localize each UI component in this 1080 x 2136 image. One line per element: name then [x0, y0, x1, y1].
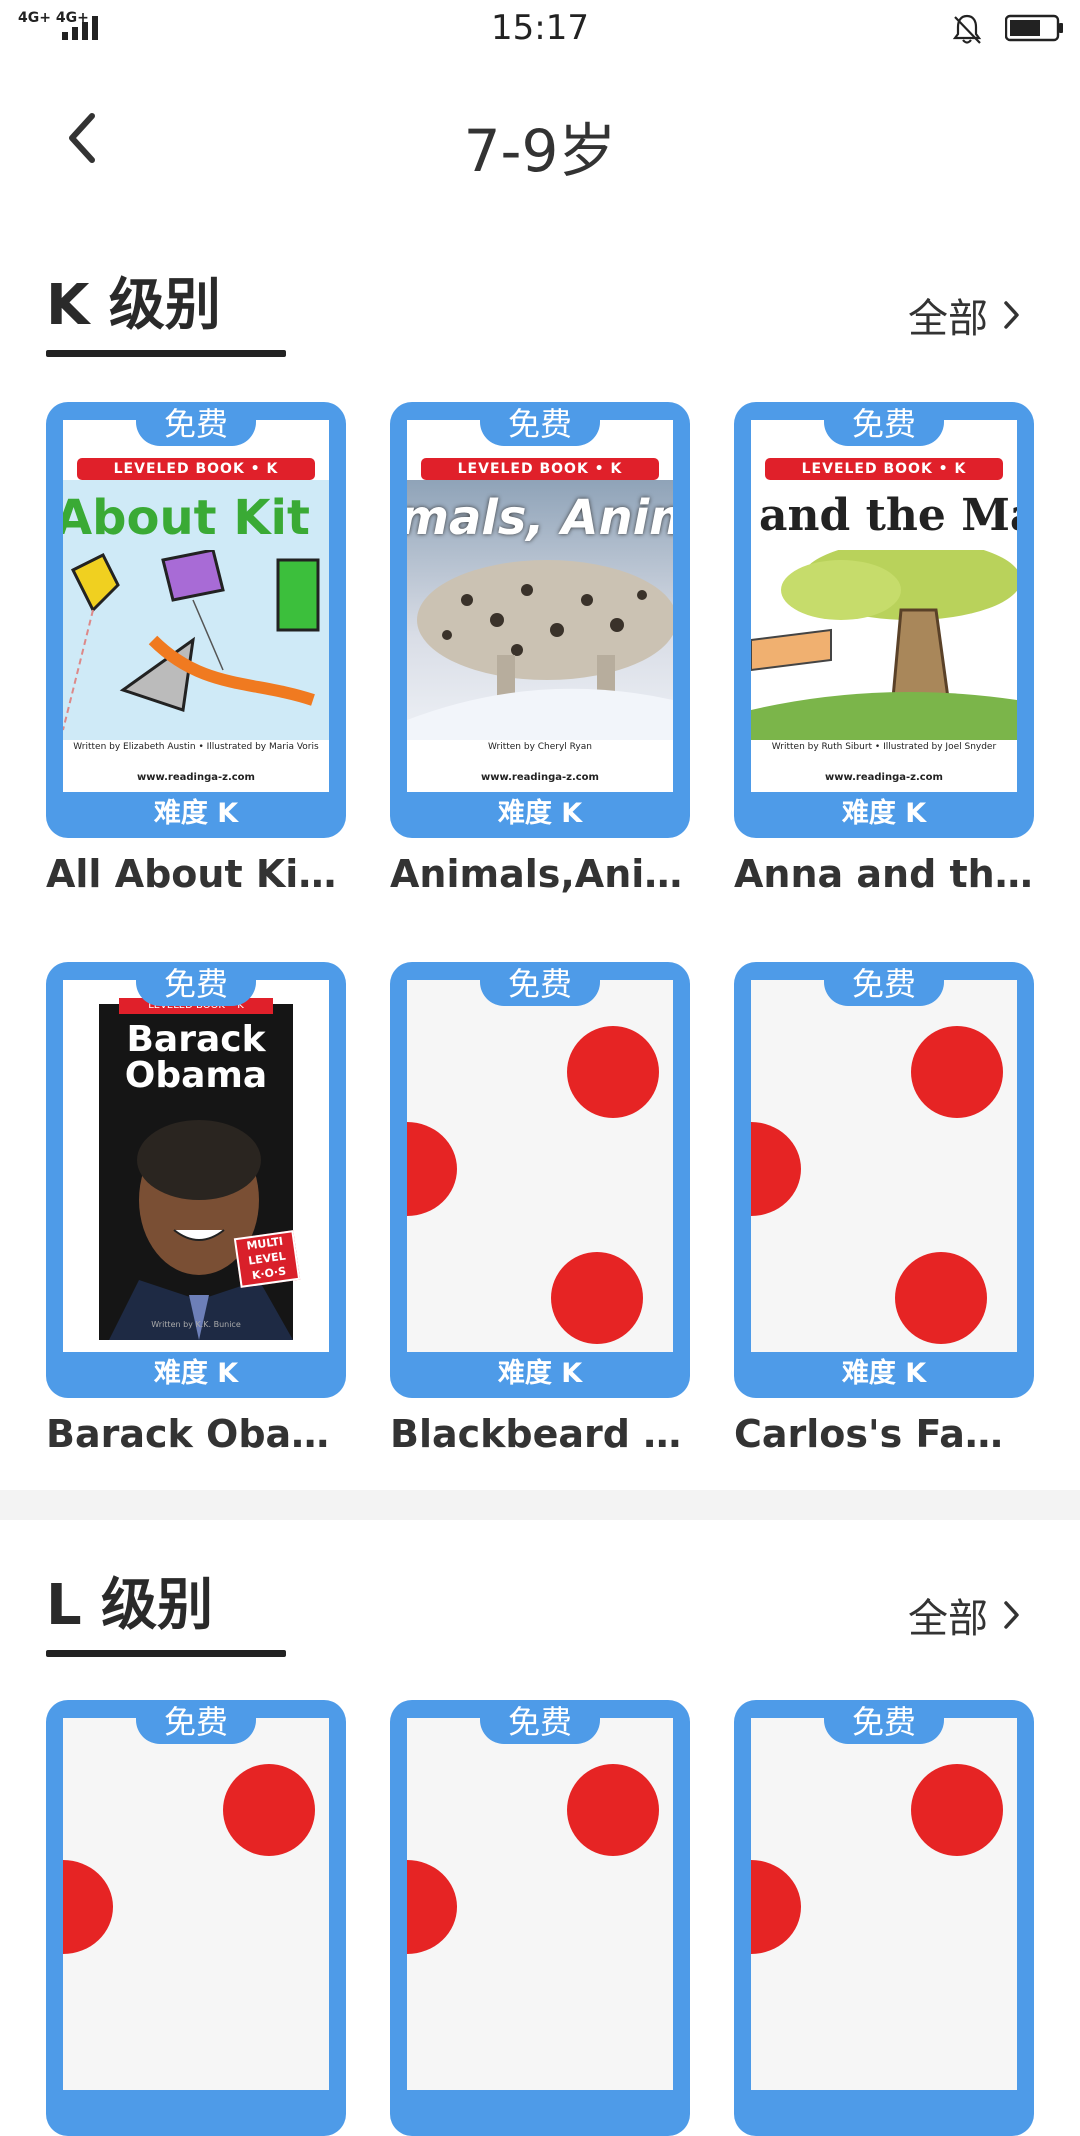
free-badge: 免费 — [824, 962, 944, 1006]
see-all-label: 全部 — [908, 1596, 988, 1642]
cover-credit: Written by Ruth Siburt • Illustrated by … — [771, 742, 997, 752]
book-card[interactable]: LEVELED BOOK • K and the Magic Written b… — [734, 402, 1034, 896]
free-badge: 免费 — [824, 1700, 944, 1744]
page-title: 7-9岁 — [463, 117, 617, 185]
placeholder-dot — [911, 1026, 1003, 1118]
book-title: Anna and the ... — [734, 852, 1034, 896]
book-title: Blackbeard th... — [390, 1412, 690, 1456]
cover-title: mals, Anim — [407, 490, 673, 546]
difficulty-label: 难度 K — [841, 798, 927, 829]
difficulty-label: 难度 K — [841, 1358, 927, 1389]
bell-muted-icon — [952, 14, 982, 44]
free-badge: 免费 — [480, 402, 600, 446]
chevron-right-icon — [1004, 301, 1019, 329]
free-badge: 免费 — [136, 402, 256, 446]
book-cover: LEVELED BOOK • K mals, Anim Written by C… — [390, 402, 690, 838]
cover-title: and the Magic — [759, 490, 1017, 541]
section-title: K 级别 — [46, 273, 221, 338]
cover-art-anna: LEVELED BOOK • K and the Magic Written b… — [751, 420, 1017, 792]
book-card[interactable]: LEVELED BOOK • K Barack Obama MULTI LEVE… — [46, 962, 346, 1456]
cover-art-kites: LEVELED BOOK • K About Kit Written by El… — [63, 420, 329, 792]
book-title: All About Kites — [46, 852, 346, 896]
cover-art-obama: LEVELED BOOK • K Barack Obama MULTI LEVE… — [63, 980, 329, 1352]
book-card[interactable]: 免费 难度 K Carlos's Famil... — [734, 962, 1034, 1456]
book-cover: LEVELED BOOK • K and the Magic Written b… — [734, 402, 1034, 838]
free-badge: 免费 — [480, 962, 600, 1006]
book-cover: LEVELED BOOK • K About Kit Written by El… — [46, 402, 346, 838]
difficulty-label: 难度 K — [497, 798, 583, 829]
book-cover: 免费 难度 K — [734, 962, 1034, 1398]
cover-banner: LEVELED BOOK • K — [77, 458, 315, 480]
cover-art-animals: LEVELED BOOK • K mals, Anim Written by C… — [407, 420, 673, 792]
chevron-right-icon — [1004, 1601, 1019, 1629]
cover-stamp: MULTI LEVEL K·O·S — [233, 1230, 301, 1288]
book-card[interactable]: 免费 — [390, 1700, 690, 2136]
cover-site: www.readinga-z.com — [825, 772, 943, 783]
clock: 15:17 — [491, 8, 589, 48]
cover-placeholder — [407, 1718, 673, 2090]
cover-placeholder — [63, 1718, 329, 2090]
see-all-k-button[interactable]: 全部 — [908, 286, 1022, 344]
book-card[interactable]: 免费 — [46, 1700, 346, 2136]
section-title: L 级别 — [46, 1573, 214, 1638]
placeholder-dot — [551, 1252, 643, 1344]
cover-title: Barack Obama — [99, 1022, 293, 1094]
book-cover: LEVELED BOOK • K Barack Obama MULTI LEVE… — [46, 962, 346, 1398]
see-all-l-button[interactable]: 全部 — [908, 1586, 1022, 1644]
difficulty-label: 难度 K — [153, 798, 239, 829]
book-cover: 免费 难度 K — [390, 962, 690, 1398]
difficulty-label: 难度 K — [153, 1358, 239, 1389]
cover-credit: Written by Cheryl Ryan — [488, 742, 592, 752]
section-underline — [46, 1650, 286, 1657]
cover-banner: LEVELED BOOK • K — [765, 458, 1003, 480]
free-badge: 免费 — [824, 402, 944, 446]
cover-site: www.readinga-z.com — [481, 772, 599, 783]
free-badge: 免费 — [136, 1700, 256, 1744]
free-badge: 免费 — [136, 962, 256, 1006]
cover-title-line: Barack — [126, 1019, 266, 1060]
free-badge: 免费 — [480, 1700, 600, 1744]
book-title: Animals,Anim... — [390, 852, 690, 896]
cover-credit: Written by Elizabeth Austin • Illustrate… — [73, 742, 319, 752]
placeholder-dot — [223, 1764, 315, 1856]
book-card[interactable]: LEVELED BOOK • K About Kit Written by El… — [46, 402, 346, 896]
cover-placeholder — [751, 980, 1017, 1352]
see-all-label: 全部 — [908, 296, 988, 342]
book-cover: 免费 — [390, 1700, 690, 2136]
nav-header: 7-9岁 — [0, 56, 1080, 216]
cover-credit: Written by K.K. Bunice — [151, 1320, 241, 1329]
placeholder-dot — [567, 1764, 659, 1856]
book-cover: 免费 — [734, 1700, 1034, 2136]
section-divider — [0, 1490, 1080, 1520]
book-cover: 免费 — [46, 1700, 346, 2136]
book-card[interactable]: 免费 — [734, 1700, 1034, 2136]
cover-title-line: Obama — [124, 1055, 268, 1096]
difficulty-label: 难度 K — [497, 1358, 583, 1389]
book-title: Carlos's Famil... — [734, 1412, 1034, 1456]
placeholder-dot — [567, 1026, 659, 1118]
placeholder-dot — [911, 1764, 1003, 1856]
cover-placeholder — [407, 980, 673, 1352]
cover-placeholder — [751, 1718, 1017, 2090]
status-bar: 4G+ 4G+ 15:17 — [0, 0, 1080, 56]
placeholder-dot — [895, 1252, 987, 1344]
cover-title: About Kit — [63, 490, 310, 546]
section-underline — [46, 350, 286, 357]
cover-banner: LEVELED BOOK • K — [421, 458, 659, 480]
battery-icon — [1005, 14, 1063, 42]
book-card[interactable]: LEVELED BOOK • K mals, Anim Written by C… — [390, 402, 690, 896]
book-title: Barack Obama — [46, 1412, 346, 1456]
book-card[interactable]: 免费 难度 K Blackbeard th... — [390, 962, 690, 1456]
cover-site: www.readinga-z.com — [137, 772, 255, 783]
